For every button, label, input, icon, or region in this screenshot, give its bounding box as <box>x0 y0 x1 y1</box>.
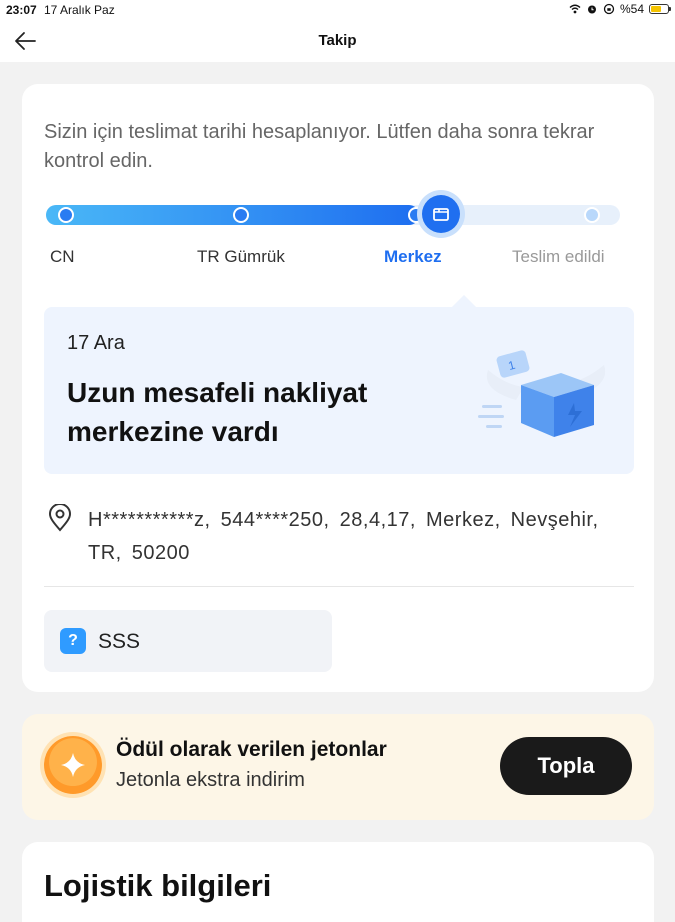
current-stage-marker <box>422 195 460 233</box>
address-text: H***********z, 544****250, 28,4,17, Merk… <box>88 509 599 564</box>
event-title: Uzun mesafeli nakliyat merkezine vardı <box>67 377 368 447</box>
status-indicators: %54 <box>569 2 671 16</box>
coins-title: Ödül olarak verilen jetonlar <box>116 738 387 761</box>
stage-dot-customs <box>233 207 249 223</box>
location-pin-icon <box>48 504 72 532</box>
collect-button[interactable]: Topla <box>500 737 632 795</box>
package-icon <box>433 208 449 221</box>
latest-event-box: 17 Ara Uzun mesafeli nakliyat merkezine … <box>44 295 634 474</box>
tracking-card: Sizin için teslimat tarihi hesaplanıyor.… <box>22 84 654 692</box>
faq-label: SSS <box>98 630 141 653</box>
reward-coins-card: Ödül olarak verilen jetonlar Jetonla eks… <box>22 714 654 820</box>
stage-label-center: Merkez <box>384 247 442 266</box>
delivery-estimate-text: Sizin için teslimat tarihi hesaplanıyor.… <box>44 121 595 172</box>
rotation-lock-icon <box>603 3 615 15</box>
logistics-card: Lojistik bilgileri <box>22 842 654 922</box>
battery-percent: %54 <box>619 2 644 16</box>
status-bar: 23:07 17 Aralık Paz %54 <box>0 0 675 20</box>
wifi-icon <box>569 4 581 14</box>
stage-dot-cn <box>58 207 74 223</box>
alarm-icon <box>587 5 596 14</box>
stage-label-delivered: Teslim edildi <box>512 247 605 266</box>
status-time: 23:07 <box>6 3 37 17</box>
question-icon: ? <box>60 628 86 654</box>
top-navigation-bar: Takip <box>0 20 675 62</box>
event-pointer <box>452 295 476 307</box>
coins-subtitle: Jetonla ekstra indirim <box>116 769 305 791</box>
page-title: Takip <box>318 32 357 49</box>
logistics-title: Lojistik bilgileri <box>44 868 272 903</box>
status-date: 17 Aralık Paz <box>44 3 115 17</box>
faq-button[interactable]: ? SSS <box>44 610 332 672</box>
stage-label-customs: TR Gümrük <box>197 247 285 266</box>
divider <box>44 586 634 587</box>
coin-star-icon <box>44 736 102 794</box>
flying-package-icon: 1 <box>478 350 606 437</box>
stage-dot-delivered <box>584 207 600 223</box>
battery-icon <box>649 4 671 14</box>
event-date: 17 Ara <box>67 332 125 354</box>
stage-label-cn: CN <box>50 247 75 266</box>
progress-track <box>46 195 620 233</box>
